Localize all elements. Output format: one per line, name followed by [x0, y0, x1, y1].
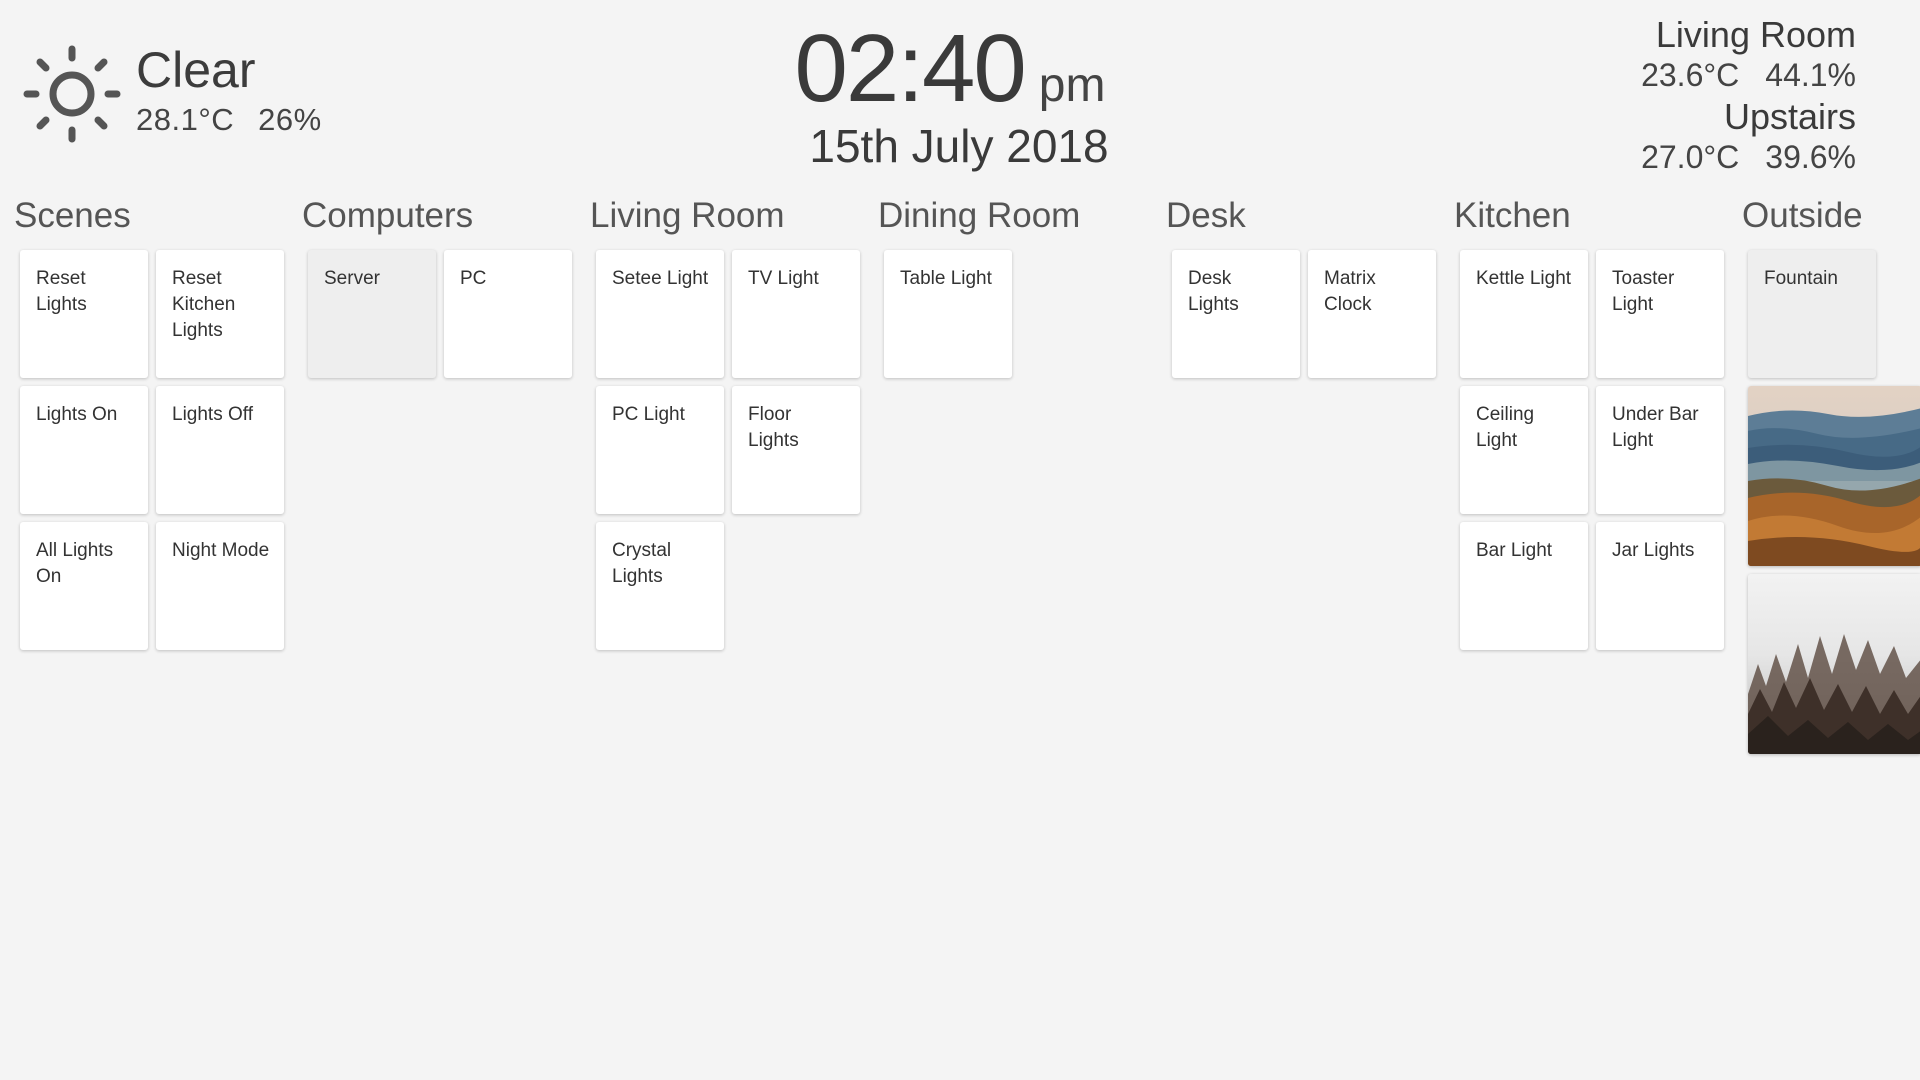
tile-grid: Fountain	[1748, 250, 1920, 378]
tile-jar-lights[interactable]: Jar Lights	[1596, 522, 1724, 650]
section-title: Scenes	[14, 196, 131, 235]
tile-tv-light[interactable]: TV Light	[732, 250, 860, 378]
sensor-humidity: 44.1%	[1765, 57, 1856, 93]
section-living-room: Living Room Setee Light TV Light PC Ligh…	[590, 196, 860, 650]
tile-crystal-lights[interactable]: Crystal Lights	[596, 522, 724, 650]
sensor-readings: 23.6°C 44.1%	[1641, 56, 1856, 94]
foggy-forest-image	[1748, 574, 1920, 754]
section-scenes: Scenes Reset Lights Reset Kitchen Lights…	[14, 196, 284, 650]
section-title: Kitchen	[1454, 196, 1571, 235]
clock-time: 02:40	[794, 15, 1027, 122]
tile-kettle-light[interactable]: Kettle Light	[1460, 250, 1588, 378]
tile-desk-lights[interactable]: Desk Lights	[1172, 250, 1300, 378]
section-title: Desk	[1166, 196, 1246, 235]
mountain-landscape-image	[1748, 386, 1920, 566]
tile-grid: Setee Light TV Light PC Light Floor Ligh…	[596, 250, 860, 650]
tile-table-light[interactable]: Table Light	[884, 250, 1012, 378]
tile-night-mode[interactable]: Night Mode	[156, 522, 284, 650]
sensor-room-name: Living Room	[1655, 14, 1856, 55]
section-title: Living Room	[590, 196, 785, 235]
tile-pc[interactable]: PC	[444, 250, 572, 378]
tile-toaster-light[interactable]: Toaster Light	[1596, 250, 1724, 378]
tile-server[interactable]: Server	[308, 250, 436, 378]
section-title: Outside	[1742, 196, 1863, 235]
tile-reset-kitchen-lights[interactable]: Reset Kitchen Lights	[156, 250, 284, 378]
sensor-humidity: 39.6%	[1765, 139, 1856, 175]
clock-ampm: pm	[1038, 59, 1106, 112]
section-outside: Outside Fountain	[1742, 196, 1920, 754]
tile-fountain[interactable]: Fountain	[1748, 250, 1876, 378]
section-dining-room: Dining Room Table Light	[878, 196, 1148, 378]
sensor-readings: 27.0°C 39.6%	[1641, 138, 1856, 176]
tile-all-lights-on[interactable]: All Lights On	[20, 522, 148, 650]
tile-grid: Table Light	[884, 250, 1148, 378]
tile-reset-lights[interactable]: Reset Lights	[20, 250, 148, 378]
tile-lights-off[interactable]: Lights Off	[156, 386, 284, 514]
tile-under-bar-light[interactable]: Under Bar Light	[1596, 386, 1724, 514]
tile-grid: Desk Lights Matrix Clock	[1172, 250, 1436, 378]
tile-lights-on[interactable]: Lights On	[20, 386, 148, 514]
sensor-upstairs: Upstairs 27.0°C 39.6%	[1641, 96, 1856, 176]
section-computers: Computers Server PC	[302, 196, 572, 378]
tile-grid: Kettle Light Toaster Light Ceiling Light…	[1460, 250, 1724, 650]
clock-date: 15th July 2018	[809, 120, 1109, 172]
sensor-widget: Living Room 23.6°C 44.1% Upstairs 27.0°C 3…	[1641, 14, 1856, 178]
tile-pc-light[interactable]: PC Light	[596, 386, 724, 514]
tile-grid: Server PC	[308, 250, 572, 378]
section-kitchen: Kitchen Kettle Light Toaster Light Ceili…	[1454, 196, 1724, 650]
section-title: Dining Room	[878, 196, 1081, 235]
sensor-temperature: 27.0°C	[1641, 139, 1740, 175]
clock-widget: 02:40 pm 15th July 2018	[0, 14, 1920, 172]
section-desk: Desk Desk Lights Matrix Clock	[1166, 196, 1436, 378]
camera-image-forest[interactable]	[1748, 574, 1920, 754]
sensor-room-name: Upstairs	[1723, 96, 1856, 137]
time-line: 02:40 pm	[795, 14, 1106, 124]
sensor-temperature: 23.6°C	[1641, 57, 1740, 93]
sensor-living-room: Living Room 23.6°C 44.1%	[1641, 14, 1856, 94]
tile-bar-light[interactable]: Bar Light	[1460, 522, 1588, 650]
tile-floor-lights[interactable]: Floor Lights	[732, 386, 860, 514]
section-title: Computers	[302, 196, 474, 235]
tile-grid: Reset Lights Reset Kitchen Lights Lights…	[20, 250, 284, 650]
tile-setee-light[interactable]: Setee Light	[596, 250, 724, 378]
camera-image-mountains[interactable]	[1748, 386, 1920, 566]
tile-matrix-clock[interactable]: Matrix Clock	[1308, 250, 1436, 378]
tile-ceiling-light[interactable]: Ceiling Light	[1460, 386, 1588, 514]
